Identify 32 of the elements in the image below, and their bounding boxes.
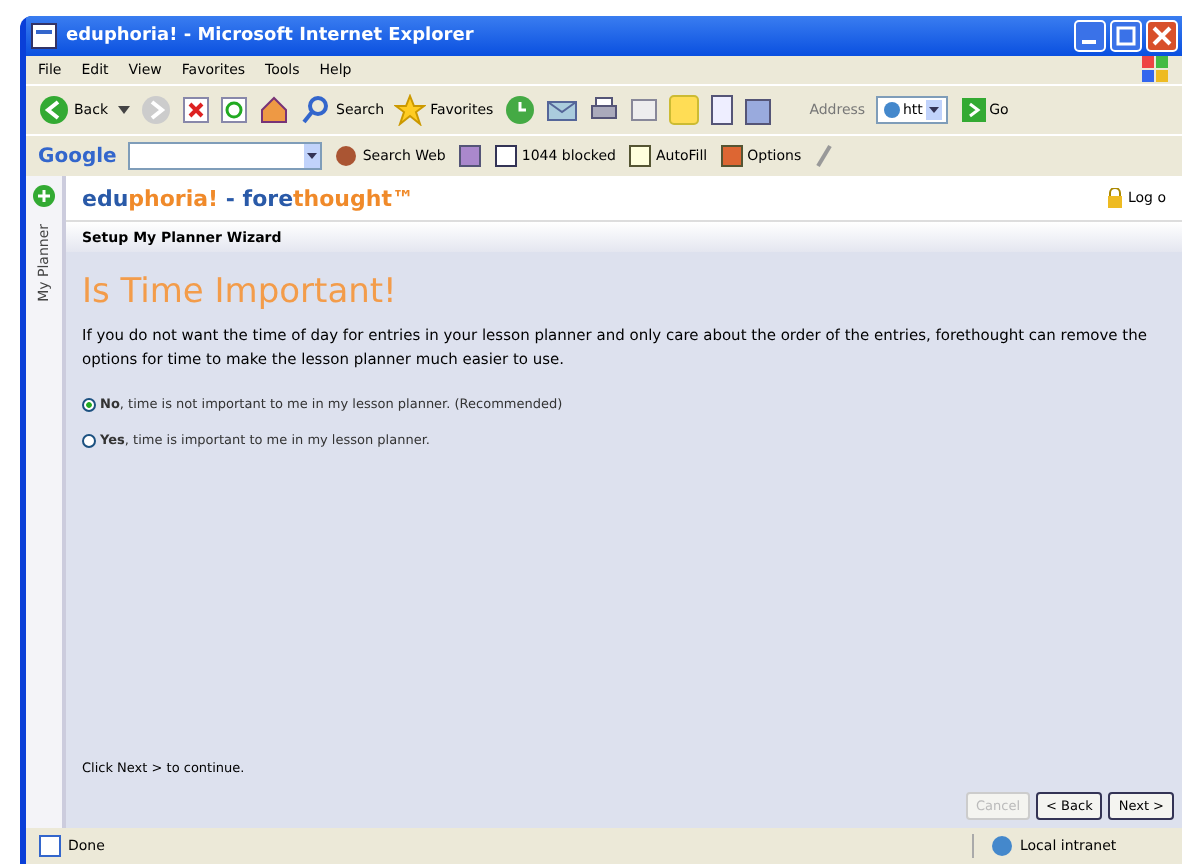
search-icon	[300, 94, 332, 126]
close-button[interactable]	[1146, 20, 1178, 52]
refresh-icon[interactable]	[220, 96, 248, 124]
caret-icon[interactable]	[118, 106, 130, 114]
logo-part: - fore	[223, 185, 294, 211]
pencil-icon[interactable]	[813, 144, 834, 168]
google-logo[interactable]: Google	[38, 145, 117, 167]
maximize-button[interactable]	[1110, 20, 1142, 52]
globe-icon	[990, 834, 1014, 858]
circle-icon	[334, 144, 359, 168]
page-heading: Is Time Important!	[82, 272, 399, 312]
window-icon	[493, 144, 518, 168]
page-icon	[30, 22, 58, 50]
add-icon[interactable]	[32, 184, 56, 208]
home-icon[interactable]	[258, 94, 290, 126]
lock-icon	[1105, 188, 1124, 208]
logo-part: thought	[293, 185, 392, 211]
logo-part: phoria!	[128, 185, 219, 211]
window-title: eduphoria! - Microsoft Internet Explorer	[66, 26, 474, 46]
options-icon	[719, 144, 744, 168]
logo-part: ™	[391, 185, 414, 211]
logo-part: edu	[82, 185, 129, 211]
stop-icon[interactable]	[182, 96, 210, 124]
dropdown-button[interactable]	[926, 100, 942, 120]
history-icon[interactable]	[503, 94, 536, 126]
minimize-button[interactable]	[1074, 20, 1106, 52]
windows-logo-icon	[1142, 56, 1170, 84]
globe-icon	[881, 100, 899, 120]
star-icon	[394, 94, 427, 126]
dropdown-button[interactable]	[304, 144, 321, 168]
google-search-field[interactable]	[128, 142, 323, 170]
page-icon	[38, 834, 62, 858]
